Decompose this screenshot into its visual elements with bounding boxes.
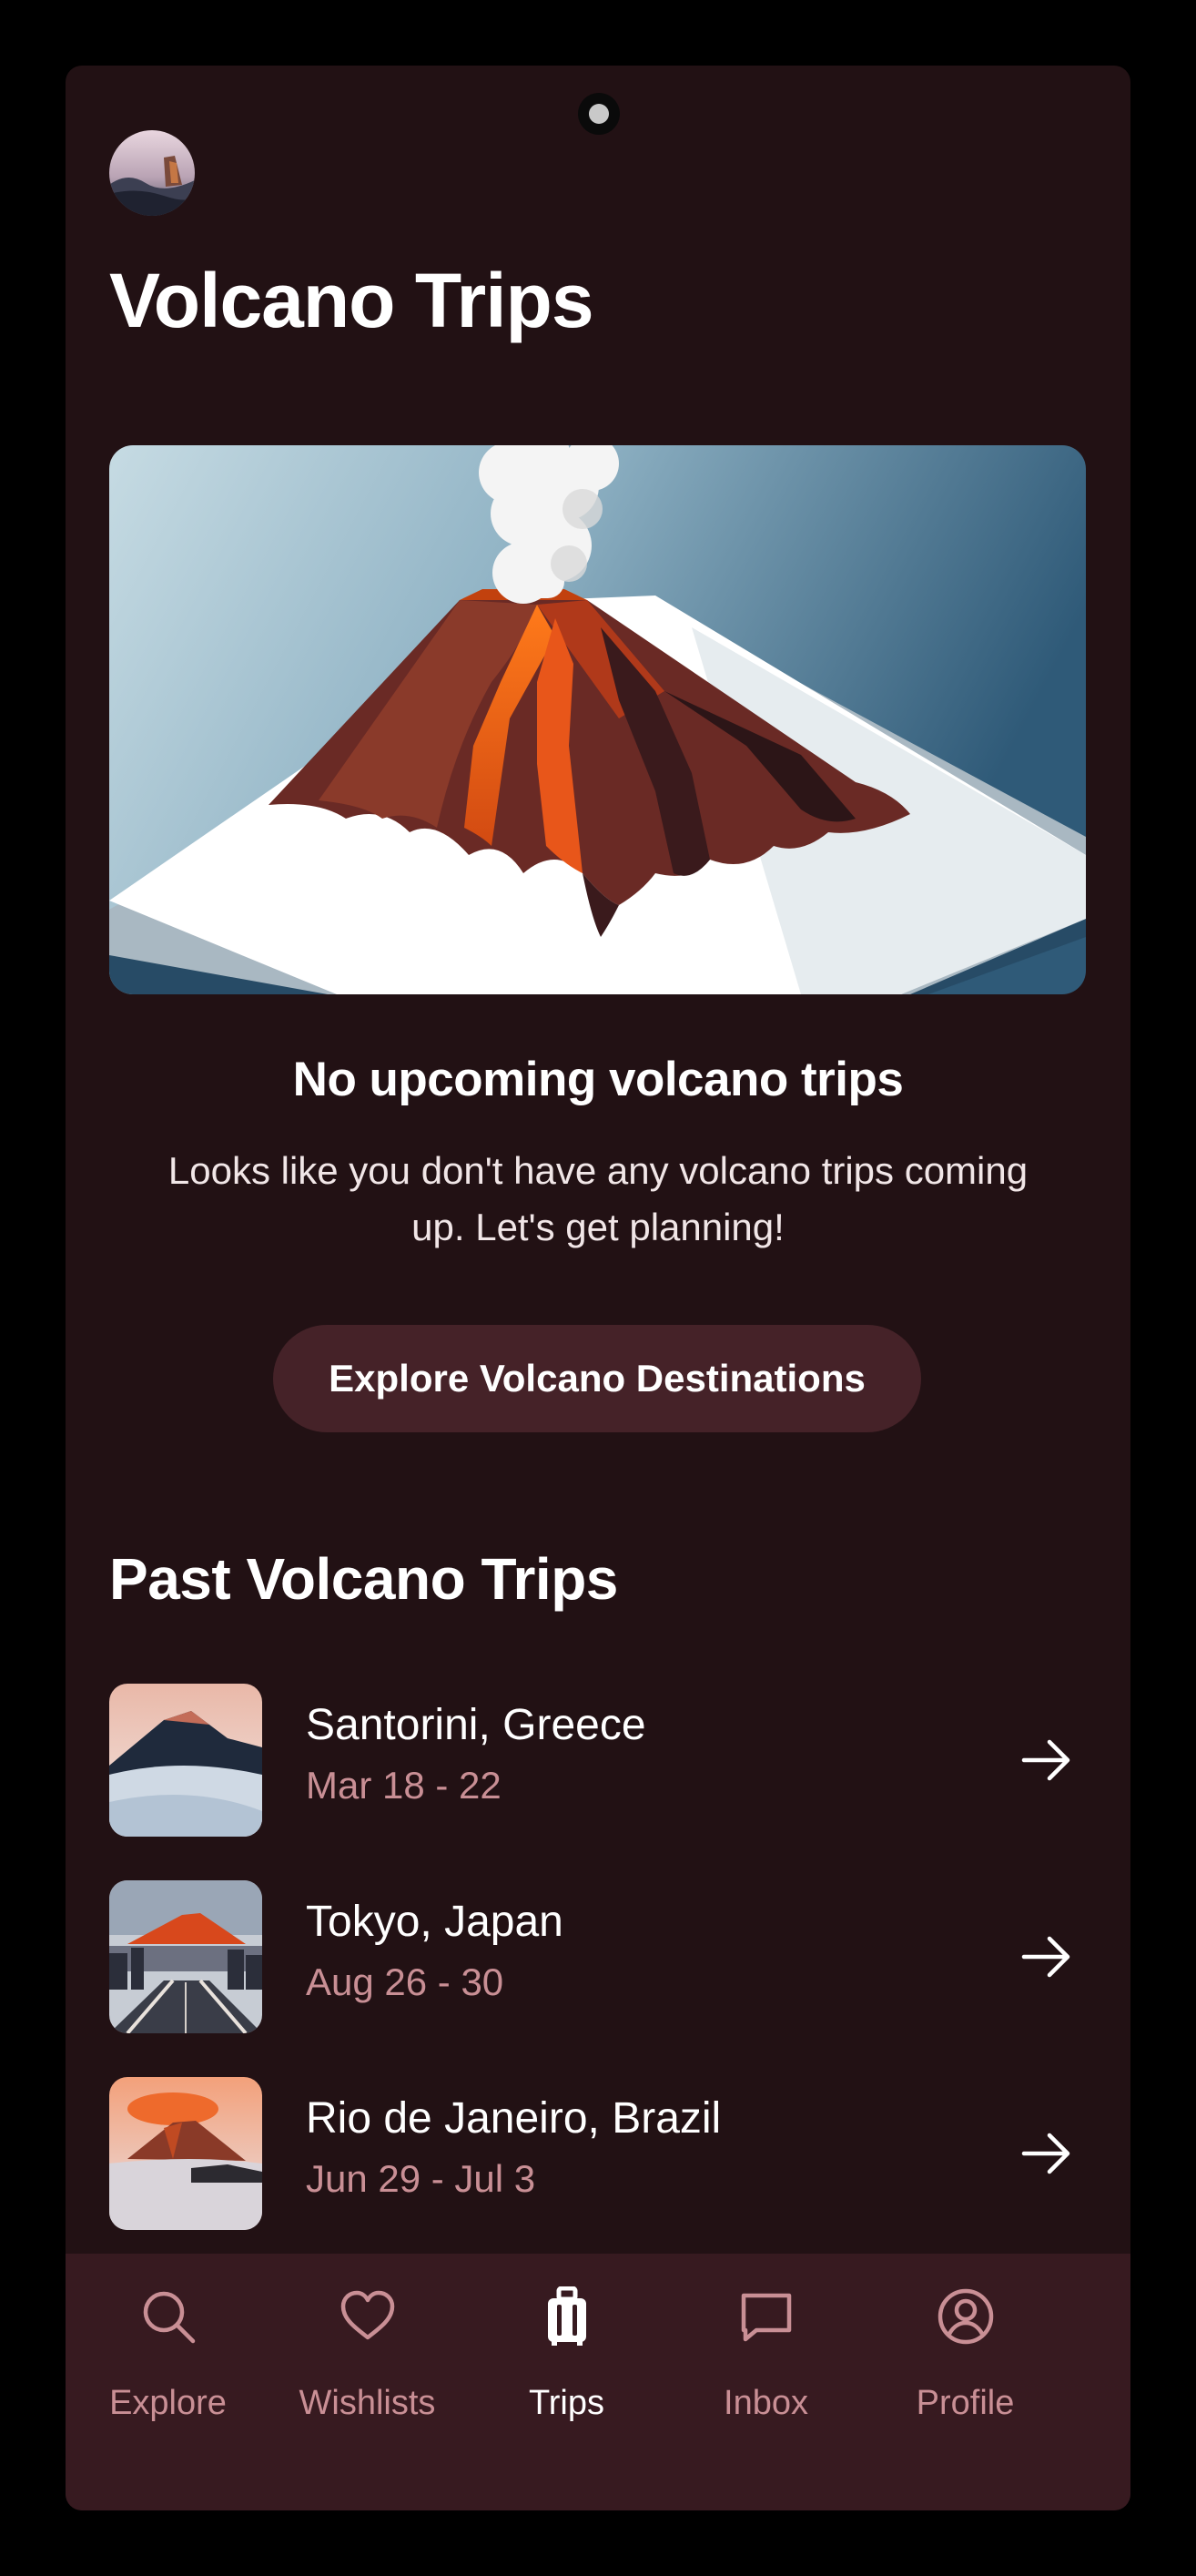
trip-name: Rio de Janeiro, Brazil: [306, 2094, 722, 2143]
heart-icon: [340, 2290, 395, 2340]
empty-state-title: No upcoming volcano trips: [292, 1053, 904, 1106]
trip-row[interactable]: Tokyo, Japan Aug 26 - 30: [109, 1880, 1086, 2033]
user-circle-icon: [938, 2288, 994, 2345]
front-camera: [578, 93, 620, 135]
explore-destinations-button[interactable]: Explore Volcano Destinations: [273, 1325, 921, 1432]
nav-item-explore[interactable]: Explore: [68, 2254, 268, 2510]
nav-label: Profile: [916, 2384, 1015, 2422]
nav-label: Trips: [528, 2384, 605, 2422]
trip-row[interactable]: Santorini, Greece Mar 18 - 22: [109, 1684, 1086, 1837]
nav-item-profile[interactable]: Profile: [866, 2254, 1065, 2510]
arrow-right-icon[interactable]: [1019, 2126, 1075, 2181]
app-screen: Volcano Trips No upcoming volcano trips …: [66, 66, 1130, 2510]
arrow-right-icon[interactable]: [1019, 1733, 1075, 1787]
phone-frame: Volcano Trips No upcoming volcano trips …: [0, 0, 1196, 2576]
trip-dates: Aug 26 - 30: [306, 1960, 504, 2003]
empty-state-body: Looks like you don't have any volcano tr…: [167, 1149, 1029, 1248]
nav-item-wishlists[interactable]: Wishlists: [268, 2254, 467, 2510]
nav-label: Wishlists: [299, 2384, 436, 2422]
trip-name: Santorini, Greece: [306, 1701, 646, 1749]
trip-name: Tokyo, Japan: [306, 1898, 563, 1946]
nav-label: Explore: [109, 2384, 227, 2422]
chat-bubble-icon: [741, 2293, 792, 2342]
nav-item-inbox[interactable]: Inbox: [666, 2254, 866, 2510]
trip-row[interactable]: Rio de Janeiro, Brazil Jun 29 - Jul 3: [109, 2077, 1086, 2230]
nav-item-trips[interactable]: Trips: [467, 2254, 666, 2510]
trip-dates: Jun 29 - Jul 3: [306, 2157, 536, 2200]
trip-thumbnail: [109, 1880, 262, 2033]
past-trips-title: Past Volcano Trips: [109, 1546, 618, 1612]
page-title: Volcano Trips: [109, 258, 594, 343]
volcano-hero-image: [109, 445, 1086, 994]
search-icon: [143, 2291, 196, 2344]
trip-dates: Mar 18 - 22: [306, 1764, 502, 1807]
avatar[interactable]: [109, 130, 195, 216]
bottom-navigation: Explore Wishlists Trips Inbox Profile: [66, 2254, 1130, 2510]
trip-thumbnail: [109, 1684, 262, 1837]
nav-label: Inbox: [724, 2384, 808, 2422]
arrow-right-icon[interactable]: [1019, 1929, 1075, 1984]
luggage-icon: [548, 2286, 586, 2346]
trip-thumbnail: [109, 2077, 262, 2230]
